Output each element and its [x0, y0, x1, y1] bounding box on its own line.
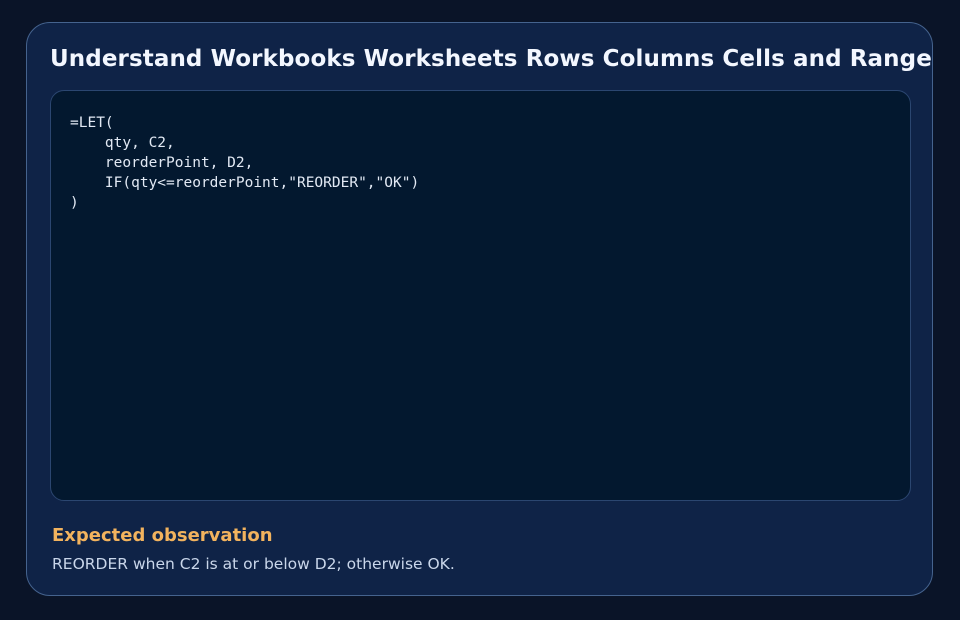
observation-text: REORDER when C2 is at or below D2; other… [52, 555, 455, 573]
formula-code: =LET( qty, C2, reorderPoint, D2, IF(qty<… [70, 115, 420, 211]
card-title: Understand Workbooks Worksheets Rows Col… [50, 46, 933, 72]
lesson-card: Understand Workbooks Worksheets Rows Col… [26, 22, 933, 596]
observation-heading: Expected observation [52, 525, 273, 546]
code-panel[interactable]: =LET( qty, C2, reorderPoint, D2, IF(qty<… [50, 90, 911, 501]
